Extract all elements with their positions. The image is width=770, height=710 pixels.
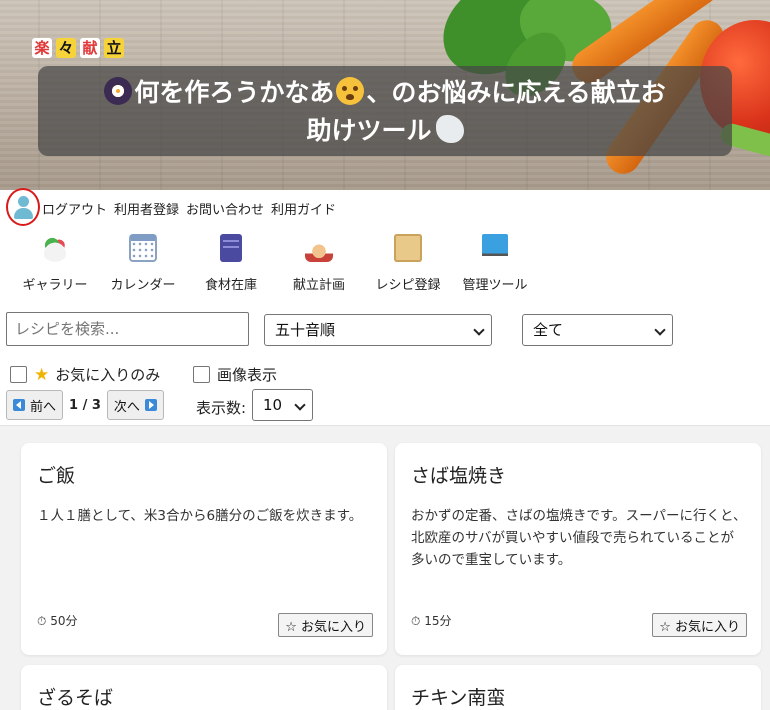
logo-char: 立 (104, 38, 124, 58)
category-select-value: 全て (533, 321, 564, 339)
recipe-card[interactable]: チキン南蛮 (395, 665, 761, 710)
nav-admin[interactable]: 管理ツール (461, 230, 529, 293)
frying-pan-icon (104, 77, 133, 105)
nav-label: ギャラリー (22, 278, 88, 293)
recipe-time-value: 50分 (50, 614, 78, 628)
category-select[interactable]: 全て (522, 314, 673, 346)
worried-face-icon (336, 77, 365, 105)
show-images-checkbox[interactable] (193, 366, 210, 383)
chevron-down-icon (473, 324, 485, 336)
nav-gallery[interactable]: ギャラリー (22, 230, 88, 293)
recipe-title[interactable]: さば塩焼き (411, 461, 506, 488)
image-filter: 画像表示 (193, 364, 277, 385)
tagline-text: 助けツール (306, 116, 432, 145)
nav-label: レシピ登録 (375, 278, 441, 293)
recipe-card[interactable]: ざるそば (21, 665, 387, 710)
nav-label: カレンダー (110, 278, 176, 293)
site-logo[interactable]: 楽 々 献 立 (32, 38, 124, 58)
favorites-filter: ★ お気に入りのみ (10, 364, 160, 385)
recipe-description: おかずの定番、さばの塩焼きです。スーパーに行くと、北欧産のサバが買いやすい値段で… (411, 508, 747, 568)
nav-label: 食材在庫 (204, 278, 257, 293)
recipe-description: １人１膳として、米3合から6膳分のご飯を炊きます。 (37, 508, 363, 524)
logo-char: 々 (56, 38, 76, 58)
tagline-text: 何を作ろうかなあ (134, 78, 335, 107)
recipe-card[interactable]: さば塩焼き おかずの定番、さばの塩焼きです。スーパーに行くと、北欧産のサバが買い… (395, 443, 761, 655)
user-avatar-icon[interactable] (6, 188, 40, 226)
recipe-card[interactable]: ご飯 １人１膳として、米3合から6膳分のご飯を炊きます。 ⏱ 50分 ☆ お気に… (21, 443, 387, 655)
arrow-right-icon (144, 399, 157, 411)
logo-char: 献 (80, 38, 100, 58)
tagline-text: 、のお悩みに応える献立お (366, 78, 666, 107)
favorite-button[interactable]: ☆ お気に入り (278, 613, 373, 637)
computer-icon (482, 234, 508, 262)
nav-pantry[interactable]: 食材在庫 (203, 230, 259, 293)
logo-char: 楽 (32, 38, 52, 58)
next-page-label: 次へ (113, 399, 140, 415)
recipe-time: ⏱ 50分 (37, 614, 78, 628)
chevron-down-icon (294, 399, 306, 411)
contact-link[interactable]: お問い合わせ (186, 199, 264, 218)
favorite-button[interactable]: ☆ お気に入り (652, 613, 747, 637)
recipe-title[interactable]: チキン南蛮 (411, 683, 505, 710)
sort-select-value: 五十音順 (275, 321, 336, 339)
salad-icon (41, 234, 69, 262)
per-page-value: 10 (263, 396, 283, 414)
per-page-label: 表示数: (196, 399, 247, 417)
recipe-time-value: 15分 (424, 614, 452, 628)
star-icon: ★ (34, 364, 50, 385)
nav-meal-plan[interactable]: 献立計画 (291, 230, 347, 293)
arrow-left-icon (13, 399, 25, 411)
recipe-search-input[interactable] (6, 312, 249, 346)
guide-link[interactable]: 利用ガイド (271, 199, 336, 218)
header-banner: 楽 々 献 立 何を作ろうかなあ 、のお悩みに応える献立お 助けツール (0, 0, 770, 190)
show-images-label: 画像表示 (217, 366, 278, 384)
sort-select[interactable]: 五十音順 (264, 314, 492, 346)
top-links: ログアウト 利用者登録 お問い合わせ 利用ガイド (42, 199, 336, 218)
recipe-results: ご飯 １人１膳として、米3合から6膳分のご飯を炊きます。 ⏱ 50分 ☆ お気に… (0, 425, 770, 710)
scroll-icon (394, 234, 422, 262)
prev-page-button[interactable]: 前へ (6, 390, 64, 420)
chevron-down-icon (654, 324, 666, 336)
recipe-title[interactable]: ご飯 (37, 461, 75, 488)
nav-calendar[interactable]: カレンダー (110, 230, 176, 293)
bird-icon (435, 115, 464, 143)
favorites-only-checkbox[interactable] (10, 366, 27, 383)
favorites-only-label: お気に入りのみ (55, 366, 161, 384)
recipe-title[interactable]: ざるそば (37, 683, 113, 710)
nav-label: 献立計画 (292, 278, 345, 293)
per-page-select[interactable]: 10 (252, 389, 313, 421)
register-link[interactable]: 利用者登録 (114, 199, 179, 218)
nav-label: 管理ツール (462, 278, 528, 293)
page-indicator: 1 / 3 (69, 397, 101, 413)
recipe-time: ⏱ 15分 (411, 614, 452, 628)
site-tagline: 何を作ろうかなあ 、のお悩みに応える献立お 助けツール (38, 66, 732, 156)
cabinet-icon (220, 234, 242, 262)
chef-icon (305, 234, 333, 262)
logout-link[interactable]: ログアウト (42, 199, 107, 218)
next-page-button[interactable]: 次へ (106, 390, 164, 420)
pagination: 前へ 1 / 3 次へ (6, 390, 164, 420)
nav-recipe-register[interactable]: レシピ登録 (374, 230, 442, 293)
prev-page-label: 前へ (30, 399, 57, 415)
calendar-icon (129, 234, 157, 262)
